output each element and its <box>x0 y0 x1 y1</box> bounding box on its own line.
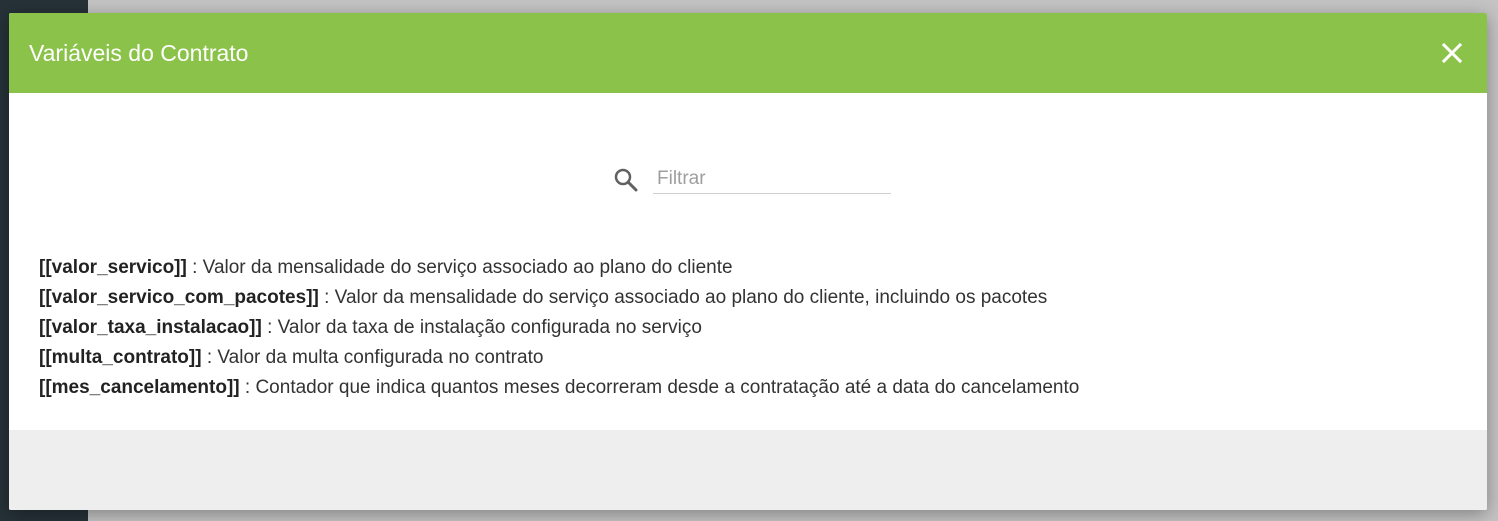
modal-header: Variáveis do Contrato <box>9 13 1487 93</box>
variable-description: : Valor da mensalidade do serviço associ… <box>318 287 1048 308</box>
variable-item: [[valor_servico_com_pacotes]] : Valor da… <box>39 283 1079 313</box>
variable-description: : Valor da mensalidade do serviço associ… <box>186 257 733 278</box>
modal-title: Variáveis do Contrato <box>29 40 249 66</box>
search-icon <box>614 168 638 192</box>
modal-footer <box>9 430 1487 510</box>
filter-input[interactable] <box>653 165 891 194</box>
variable-list: [[valor_servico]] : Valor da mensalidade… <box>39 253 1079 403</box>
variable-item: [[multa_contrato]] : Valor da multa conf… <box>39 343 1079 373</box>
variable-item: [[mes_cancelamento]] : Contador que indi… <box>39 373 1079 403</box>
variable-name: [[valor_servico]] <box>39 257 187 278</box>
close-button[interactable] <box>1439 40 1465 66</box>
variable-item: [[valor_taxa_instalacao]] : Valor da tax… <box>39 313 1079 343</box>
variable-name: [[multa_contrato]] <box>39 347 202 368</box>
variable-description: : Contador que indica quantos meses deco… <box>239 377 1080 398</box>
variable-name: [[valor_taxa_instalacao]] <box>39 317 262 338</box>
modal-body: [[valor_servico]] : Valor da mensalidade… <box>9 93 1487 430</box>
contract-variables-modal: Variáveis do Contrato [[valor_servico]] … <box>9 13 1487 510</box>
variable-name: [[valor_servico_com_pacotes]] <box>39 287 319 308</box>
close-icon <box>1441 42 1463 64</box>
filter-search <box>613 165 893 195</box>
variable-description: : Valor da taxa de instalação configurad… <box>261 317 702 338</box>
variable-name: [[mes_cancelamento]] <box>39 377 240 398</box>
variable-description: : Valor da multa configurada no contrato <box>201 347 544 368</box>
variable-item: [[valor_servico]] : Valor da mensalidade… <box>39 253 1079 283</box>
